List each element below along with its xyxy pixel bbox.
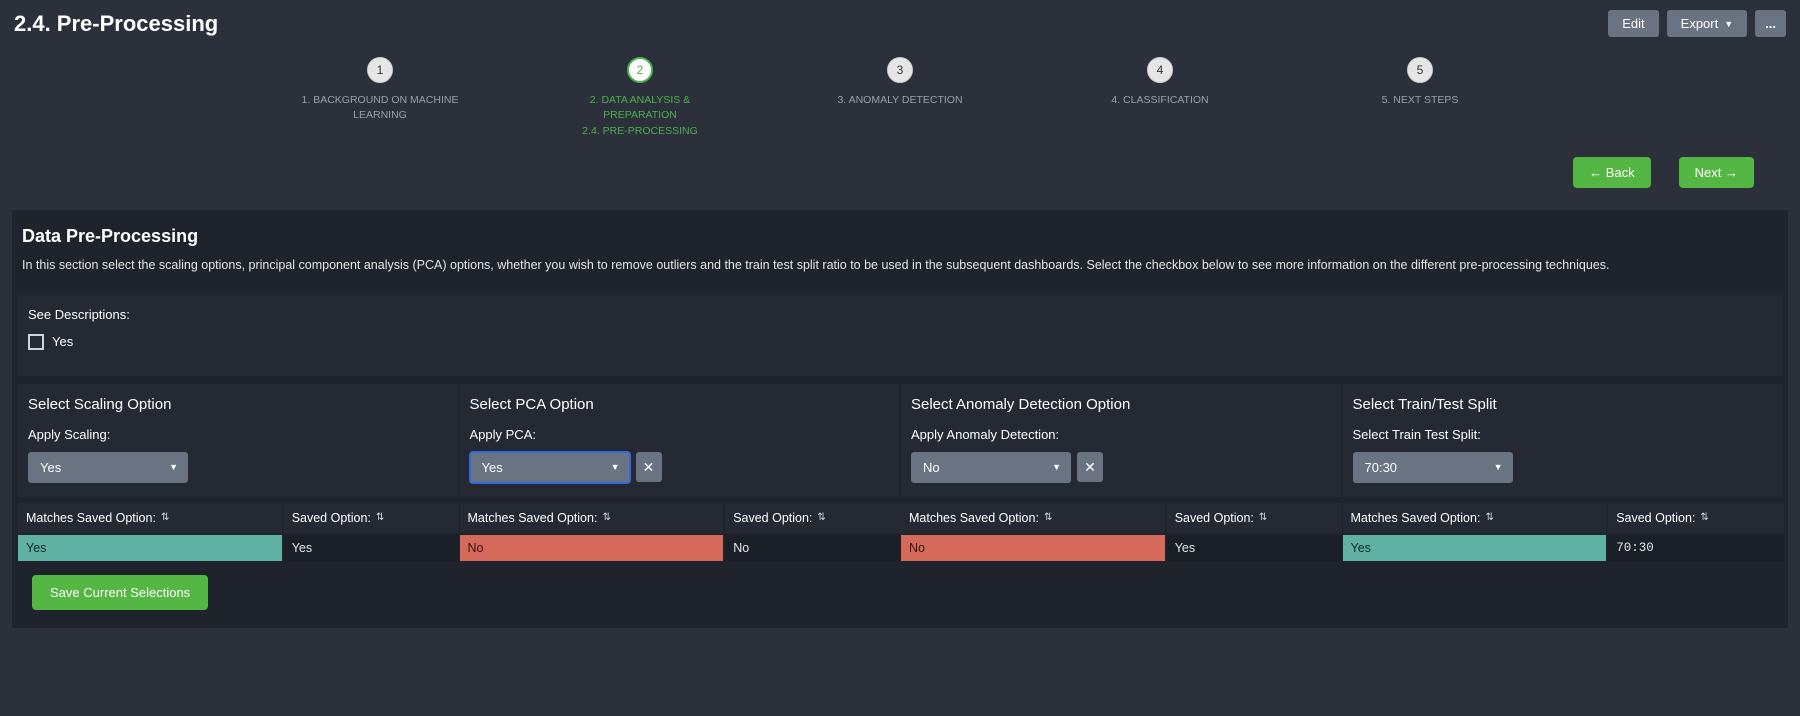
saved-value-1: No: [725, 535, 901, 561]
step-1[interactable]: 1 1. BACKGROUND ON MACHINE LEARNING: [295, 57, 465, 137]
sort-icon: ⇅: [602, 512, 610, 523]
match-value-0: Yes: [18, 535, 282, 561]
sort-icon: ⇅: [817, 512, 825, 523]
option-title-3: Select Train/Test Split: [1353, 396, 1773, 413]
match-card-3: Matches Saved Option: ⇅Saved Option: ⇅Ye…: [1343, 503, 1783, 561]
sort-icon: ⇅: [161, 512, 169, 523]
main-panel: Data Pre-Processing In this section sele…: [12, 210, 1788, 628]
step-circle-2: 2: [627, 57, 653, 83]
match-value-2: No: [901, 535, 1165, 561]
option-title-0: Select Scaling Option: [28, 396, 448, 413]
step-3[interactable]: 3 3. ANOMALY DETECTION: [815, 57, 985, 137]
option-select-1[interactable]: Yes▼: [470, 452, 630, 483]
page-title: 2.4. Pre-Processing: [14, 11, 218, 37]
option-title-2: Select Anomaly Detection Option: [911, 396, 1331, 413]
saved-header-2[interactable]: Saved Option: ⇅: [1167, 503, 1343, 533]
sort-icon: ⇅: [1700, 512, 1708, 523]
step-circle-1: 1: [367, 57, 393, 83]
saved-value-3: 70:30: [1608, 535, 1784, 561]
saved-header-0[interactable]: Saved Option: ⇅: [284, 503, 460, 533]
sort-icon: ⇅: [1044, 512, 1052, 523]
match-card-2: Matches Saved Option: ⇅Saved Option: ⇅No…: [901, 503, 1341, 561]
see-descriptions-block: See Descriptions: Yes: [18, 295, 1782, 376]
option-card-3: Select Train/Test Split Select Train Test…: [1343, 384, 1783, 497]
caret-down-icon: ▼: [1494, 462, 1503, 472]
match-card-0: Matches Saved Option: ⇅Saved Option: ⇅Ye…: [18, 503, 458, 561]
step-label-2: 2. DATA ANALYSIS & PREPARATION: [555, 93, 725, 122]
saved-header-1[interactable]: Saved Option: ⇅: [725, 503, 901, 533]
step-circle-5: 5: [1407, 57, 1433, 83]
see-descriptions-label: See Descriptions:: [28, 307, 1772, 322]
caret-down-icon: ▼: [169, 462, 178, 472]
option-sub-2: Apply Anomaly Detection:: [911, 427, 1331, 442]
see-descriptions-option: Yes: [52, 334, 73, 349]
match-header-1[interactable]: Matches Saved Option: ⇅: [460, 503, 724, 533]
panel-description: In this section select the scaling optio…: [22, 257, 1778, 275]
options-grid: Select Scaling OptionApply Scaling:Yes▼S…: [18, 384, 1782, 497]
option-title-1: Select PCA Option: [470, 396, 890, 413]
match-header-3[interactable]: Matches Saved Option: ⇅: [1343, 503, 1607, 533]
step-2[interactable]: 2 2. DATA ANALYSIS & PREPARATION 2.4. PRE-…: [555, 57, 725, 137]
caret-down-icon: ▼: [1052, 462, 1061, 472]
option-clear-1[interactable]: ✕: [636, 452, 662, 482]
option-card-1: Select PCA Option Apply PCA: Yes▼✕: [460, 384, 900, 497]
saved-value-2: Yes: [1167, 535, 1343, 561]
match-header-0[interactable]: Matches Saved Option: ⇅: [18, 503, 282, 533]
option-card-0: Select Scaling Option Apply Scaling: Yes▼: [18, 384, 458, 497]
save-selections-button[interactable]: Save Current Selections: [32, 575, 208, 610]
export-label: Export: [1681, 16, 1719, 31]
step-label-5: 5. NEXT STEPS: [1382, 93, 1459, 108]
sort-icon: ⇅: [376, 512, 384, 523]
next-button[interactable]: Next →: [1679, 157, 1754, 188]
option-card-2: Select Anomaly Detection Option Apply Ano…: [901, 384, 1341, 497]
match-header-2[interactable]: Matches Saved Option: ⇅: [901, 503, 1165, 533]
see-descriptions-checkbox[interactable]: [28, 334, 44, 350]
panel-title: Data Pre-Processing: [22, 226, 1778, 247]
stepper: 1 1. BACKGROUND ON MACHINE LEARNING 2 2. DA…: [0, 57, 1800, 137]
more-button[interactable]: ...: [1755, 10, 1786, 37]
export-button[interactable]: Export ▼: [1667, 10, 1748, 37]
step-label-3: 3. ANOMALY DETECTION: [837, 93, 962, 108]
step-circle-3: 3: [887, 57, 913, 83]
header-actions: Edit Export ▼ ...: [1608, 10, 1786, 37]
step-circle-4: 4: [1147, 57, 1173, 83]
match-grid: Matches Saved Option: ⇅Saved Option: ⇅Ye…: [18, 503, 1782, 561]
step-label-4: 4. CLASSIFICATION: [1111, 93, 1208, 108]
caret-down-icon: ▼: [1724, 19, 1733, 29]
saved-value-0: Yes: [284, 535, 460, 561]
match-card-1: Matches Saved Option: ⇅Saved Option: ⇅No…: [460, 503, 900, 561]
step-label-1: 1. BACKGROUND ON MACHINE LEARNING: [295, 93, 465, 122]
option-sub-3: Select Train Test Split:: [1353, 427, 1773, 442]
step-5[interactable]: 5 5. NEXT STEPS: [1335, 57, 1505, 137]
back-button[interactable]: ← Back: [1573, 157, 1651, 188]
sort-icon: ⇅: [1259, 512, 1267, 523]
option-sub-1: Apply PCA:: [470, 427, 890, 442]
match-value-1: No: [460, 535, 724, 561]
step-sub-2: 2.4. PRE-PROCESSING: [582, 125, 698, 137]
caret-down-icon: ▼: [611, 462, 620, 472]
option-sub-0: Apply Scaling:: [28, 427, 448, 442]
sort-icon: ⇅: [1485, 512, 1493, 523]
step-4[interactable]: 4 4. CLASSIFICATION: [1075, 57, 1245, 137]
option-select-0[interactable]: Yes▼: [28, 452, 188, 483]
option-select-2[interactable]: No▼: [911, 452, 1071, 483]
saved-header-3[interactable]: Saved Option: ⇅: [1608, 503, 1784, 533]
edit-button[interactable]: Edit: [1608, 10, 1658, 37]
match-value-3: Yes: [1343, 535, 1607, 561]
option-select-3[interactable]: 70:30▼: [1353, 452, 1513, 483]
option-clear-2[interactable]: ✕: [1077, 452, 1103, 482]
